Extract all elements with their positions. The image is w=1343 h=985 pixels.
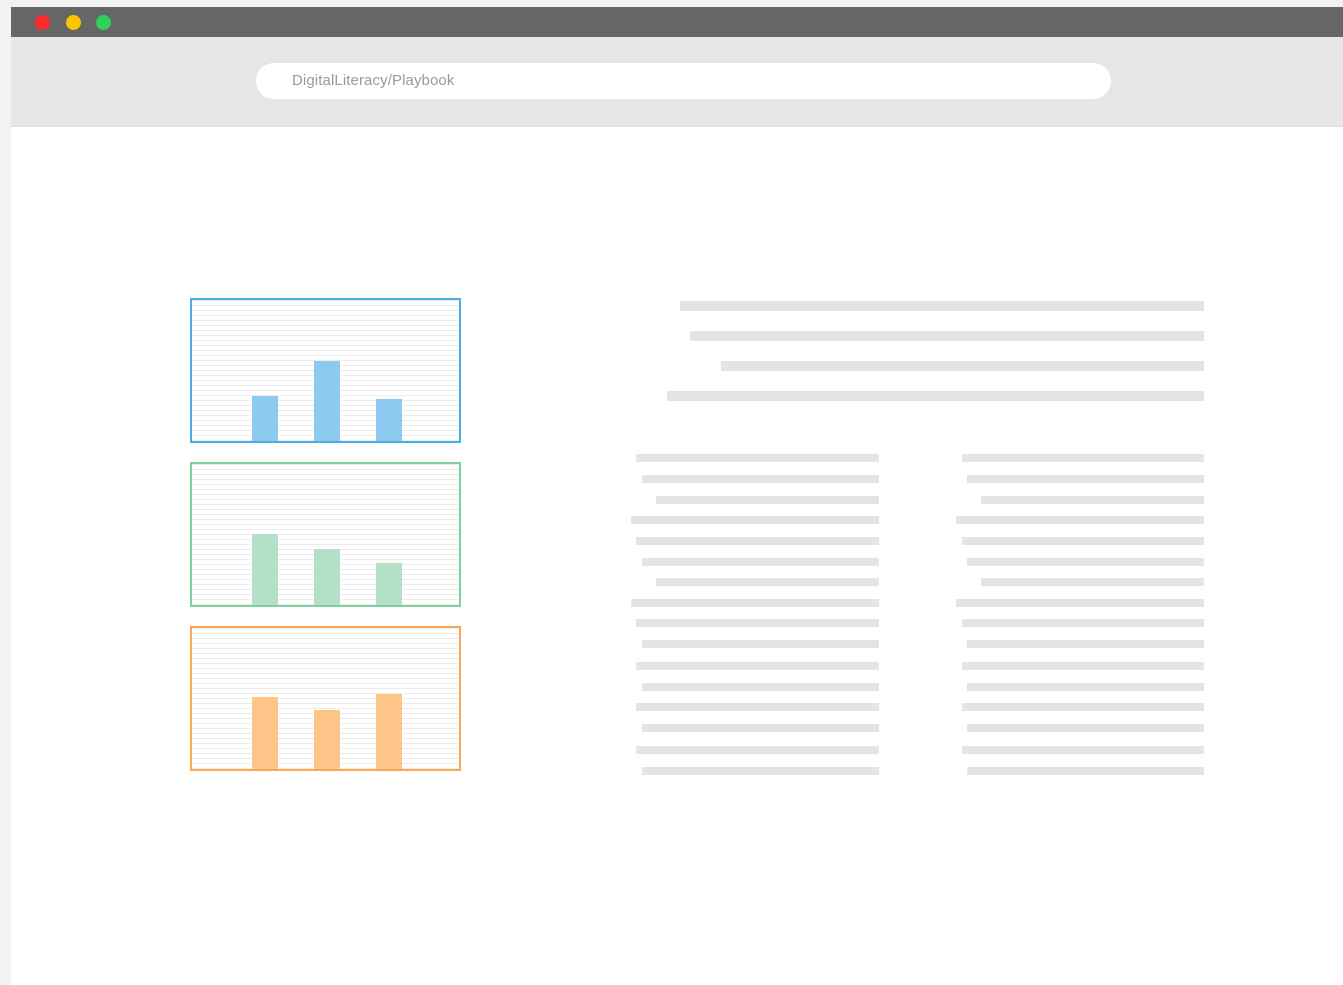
text-line-placeholder bbox=[667, 391, 1204, 401]
text-line-placeholder bbox=[642, 683, 879, 691]
text-line-placeholder bbox=[631, 599, 879, 607]
text-line-placeholder bbox=[642, 767, 879, 775]
text-line-placeholder bbox=[956, 599, 1204, 607]
text-line-placeholder bbox=[636, 746, 879, 754]
text-line-placeholder bbox=[636, 703, 879, 711]
minimize-icon[interactable] bbox=[66, 15, 81, 30]
text-line-placeholder bbox=[962, 703, 1204, 711]
text-line-placeholder bbox=[642, 558, 879, 566]
text-line-placeholder bbox=[962, 619, 1204, 627]
chart-bar bbox=[252, 697, 278, 769]
chart-bar bbox=[314, 710, 340, 769]
text-line-placeholder bbox=[680, 301, 1204, 311]
bar-chart-blue bbox=[190, 298, 461, 443]
text-line-placeholder bbox=[956, 516, 1204, 524]
address-bar-url[interactable]: DigitalLiteracy/Playbook bbox=[292, 72, 454, 89]
text-line-placeholder bbox=[636, 619, 879, 627]
text-line-placeholder bbox=[642, 475, 879, 483]
text-line-placeholder bbox=[967, 475, 1204, 483]
address-bar[interactable]: DigitalLiteracy/Playbook bbox=[256, 63, 1111, 99]
close-icon[interactable] bbox=[35, 15, 50, 30]
chart-bar bbox=[314, 549, 340, 605]
chart-bar bbox=[314, 361, 340, 441]
text-line-placeholder bbox=[631, 516, 879, 524]
page-content bbox=[11, 127, 1343, 985]
text-line-placeholder bbox=[967, 767, 1204, 775]
text-line-placeholder bbox=[962, 454, 1204, 462]
text-line-placeholder bbox=[962, 537, 1204, 545]
text-line-placeholder bbox=[981, 496, 1204, 504]
text-line-placeholder bbox=[962, 746, 1204, 754]
text-line-placeholder bbox=[967, 558, 1204, 566]
text-line-placeholder bbox=[721, 361, 1204, 371]
text-line-placeholder bbox=[967, 640, 1204, 648]
chart-bar bbox=[252, 534, 278, 605]
text-line-placeholder bbox=[636, 454, 879, 462]
title-bar bbox=[11, 7, 1343, 37]
browser-toolbar: DigitalLiteracy/Playbook bbox=[11, 37, 1343, 127]
chart-bar bbox=[376, 399, 402, 441]
text-line-placeholder bbox=[656, 496, 879, 504]
bar-chart-orange bbox=[190, 626, 461, 771]
bar-chart-green bbox=[190, 462, 461, 607]
text-line-placeholder bbox=[690, 331, 1204, 341]
browser-window: DigitalLiteracy/Playbook bbox=[11, 7, 1343, 985]
text-line-placeholder bbox=[967, 724, 1204, 732]
maximize-icon[interactable] bbox=[96, 15, 111, 30]
text-line-placeholder bbox=[636, 662, 879, 670]
text-line-placeholder bbox=[636, 537, 879, 545]
text-line-placeholder bbox=[642, 724, 879, 732]
text-line-placeholder bbox=[962, 662, 1204, 670]
text-line-placeholder bbox=[656, 578, 879, 586]
chart-bar bbox=[376, 694, 402, 769]
chart-bar bbox=[252, 396, 278, 441]
text-line-placeholder bbox=[642, 640, 879, 648]
chart-bar bbox=[376, 563, 402, 605]
text-line-placeholder bbox=[967, 683, 1204, 691]
text-line-placeholder bbox=[981, 578, 1204, 586]
